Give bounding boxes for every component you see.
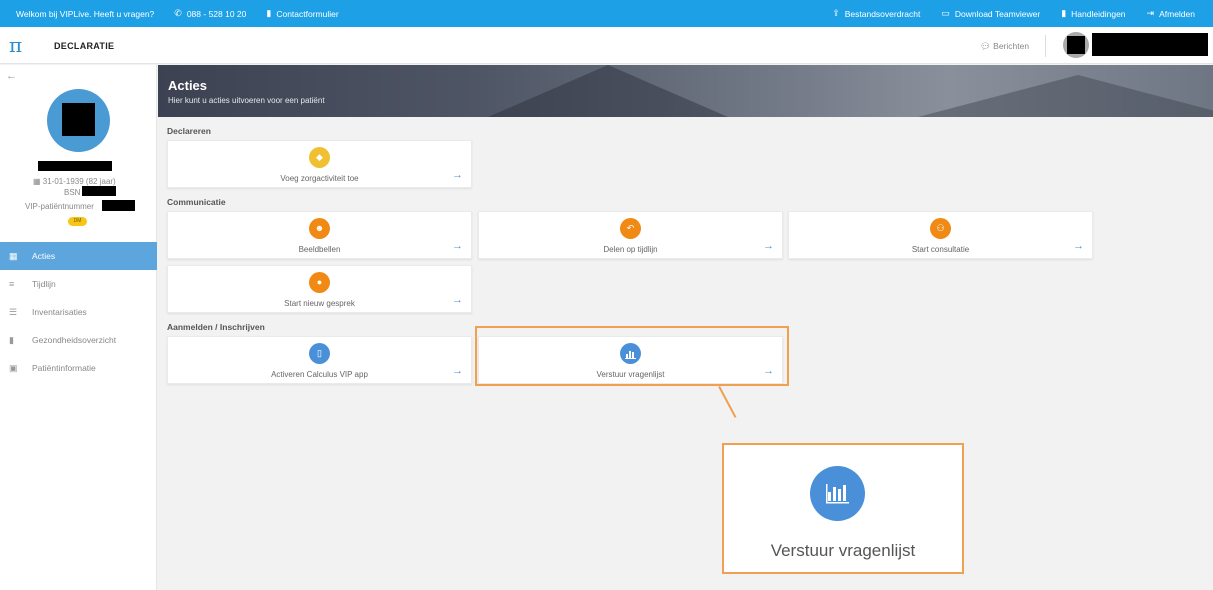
upload-icon: ⇪: [832, 8, 840, 18]
action-card-calculus[interactable]: ▯ Activeren Calculus VIP app →: [167, 336, 472, 384]
page-title: Acties: [168, 78, 208, 93]
teamviewer-label: Download Teamviewer: [954, 8, 1041, 19]
birth-value: 31-01-1939 (82 jaar): [42, 177, 116, 186]
sidebar-item-label: Patiëntinformatie: [32, 363, 96, 373]
id-card-icon: ▣: [9, 362, 18, 373]
zoom-label: Verstuur vragenlijst: [770, 541, 916, 560]
messages-label: Berichten: [993, 41, 1030, 51]
sidebar-item-gezondheidsoverzicht[interactable]: ▮ Gezondheidsoverzicht: [0, 326, 157, 354]
file-transfer-link[interactable]: ⇪ Bestandsoverdracht: [832, 8, 920, 19]
messages-button[interactable]: 💬︎ Berichten: [980, 41, 1029, 52]
zoom-callout: Verstuur vragenlijst: [722, 443, 964, 574]
calendar-icon: ▦: [9, 250, 18, 261]
phone-icon: ✆: [174, 8, 182, 18]
card-label: Start nieuw gesprek: [284, 299, 355, 308]
contact-form-link[interactable]: ▮ Contactformulier: [266, 8, 338, 19]
card-label: Voeg zorgactiviteit toe: [280, 174, 359, 183]
app-logo[interactable]: π: [9, 35, 22, 55]
welcome-label: Welkom bij VIPLive. Heeft u vragen?: [16, 8, 155, 19]
mountain-decoration: [918, 75, 1213, 117]
logout-icon: ⇥: [1146, 8, 1155, 18]
arrow-right-icon: →: [763, 240, 774, 252]
bsn-label: BSN: [64, 188, 81, 197]
bsn-redacted: [82, 186, 116, 196]
manuals-link[interactable]: ▮ Handleidingen: [1061, 8, 1125, 19]
callout-line: [718, 386, 737, 418]
back-arrow-icon[interactable]: ←: [6, 70, 17, 82]
page-subtitle: Hier kunt u acties uitvoeren voor een pa…: [168, 96, 325, 105]
mountain-decoration: [488, 65, 728, 117]
card-label: Activeren Calculus VIP app: [271, 370, 368, 379]
arrow-right-icon: →: [452, 365, 463, 377]
sidebar-nav: ▦ Acties ≡ Tijdlijn ☰ Inventarisaties ▮ …: [0, 242, 157, 382]
phone-label: 088 - 528 10 20: [186, 8, 247, 19]
logout-link[interactable]: ⇥ Afmelden: [1147, 8, 1195, 19]
bar-chart-icon: [810, 466, 865, 521]
list-icon: ≡: [9, 279, 15, 289]
mobile-icon: ▯: [309, 343, 330, 364]
sidebar-item-tijdlijn[interactable]: ≡ Tijdlijn: [0, 270, 157, 298]
arrow-right-icon: →: [452, 169, 463, 181]
chat-icon: ●: [309, 272, 330, 293]
arrow-right-icon: →: [452, 294, 463, 306]
user-avatar[interactable]: [1063, 32, 1089, 58]
action-card-gesprek[interactable]: ● Start nieuw gesprek →: [167, 265, 472, 313]
patient-avatar: [47, 89, 110, 152]
share-icon: ↶: [620, 218, 641, 239]
box-icon: ◆: [309, 147, 330, 168]
file-transfer-label: Bestandsoverdracht: [844, 8, 921, 19]
sidebar: ← ▦ 31-01-1939 (82 jaar) BSN VIP-patiënt…: [0, 65, 157, 590]
divider: [1045, 35, 1046, 57]
app-header: π DECLARATIE 💬︎ Berichten: [0, 27, 1213, 64]
contact-label: Contactformulier: [276, 8, 339, 19]
arrow-right-icon: →: [452, 240, 463, 252]
status-badge: DM: [68, 217, 87, 226]
patient-vip-number: VIP-patiëntnummer: [25, 202, 94, 211]
phone-link[interactable]: ✆ 088 - 528 10 20: [174, 8, 246, 19]
patient-bsn: BSN: [64, 188, 80, 197]
highlight-box: [475, 326, 789, 386]
action-card-zorgactiviteit[interactable]: ◆ Voeg zorgactiviteit toe →: [167, 140, 472, 188]
action-card-consultatie[interactable]: ⚇ Start consultatie →: [788, 211, 1093, 259]
sidebar-item-inventarisaties[interactable]: ☰ Inventarisaties: [0, 298, 157, 326]
sidebar-item-label: Gezondheidsoverzicht: [32, 335, 117, 345]
manuals-label: Handleidingen: [1071, 8, 1126, 19]
monitor-icon: ▭: [941, 8, 950, 18]
patient-name-redacted: [38, 161, 112, 171]
top-bar: Welkom bij VIPLive. Heeft u vragen? ✆ 088…: [0, 0, 1213, 27]
arrow-right-icon: →: [1073, 240, 1084, 252]
users-icon: ⚇: [930, 218, 951, 239]
calendar-icon: ▦: [33, 177, 43, 186]
logout-label: Afmelden: [1159, 8, 1195, 19]
teamviewer-link[interactable]: ▭ Download Teamviewer: [941, 8, 1040, 19]
section-declareren: Declareren: [167, 126, 211, 136]
checklist-icon: ☰: [9, 306, 18, 317]
patient-birth: ▦ 31-01-1939 (82 jaar): [33, 177, 116, 186]
card-label: Delen op tijdlijn: [603, 245, 658, 254]
card-label: Start consultatie: [911, 245, 970, 254]
action-card-beeldbellen[interactable]: ☻ Beeldbellen →: [167, 211, 472, 259]
sidebar-item-label: Tijdlijn: [32, 279, 56, 289]
welcome-text: Welkom bij VIPLive. Heeft u vragen?: [16, 9, 154, 19]
chat-icon: 💬︎: [980, 41, 994, 51]
document-icon: ▮: [266, 8, 272, 18]
sidebar-item-label: Acties: [32, 251, 56, 261]
app-title: DECLARATIE: [54, 41, 115, 51]
section-communicatie: Communicatie: [167, 197, 226, 207]
document-icon: ▮: [9, 334, 14, 345]
action-card-delen[interactable]: ↶ Delen op tijdlijn →: [478, 211, 783, 259]
document-icon: ▮: [1061, 8, 1067, 18]
sidebar-item-label: Inventarisaties: [32, 307, 87, 317]
card-label: Beeldbellen: [298, 245, 341, 254]
vip-redacted: [102, 200, 135, 211]
sidebar-item-acties[interactable]: ▦ Acties: [0, 242, 157, 270]
user-name-redacted[interactable]: [1092, 33, 1208, 56]
redacted-block: [62, 103, 95, 136]
sidebar-item-patientinformatie[interactable]: ▣ Patiëntinformatie: [0, 354, 157, 382]
redacted-block: [1067, 36, 1085, 54]
page-banner: Acties Hier kunt u acties uitvoeren voor…: [158, 65, 1213, 117]
vip-label: VIP-patiëntnummer: [25, 202, 94, 211]
section-aanmelden: Aanmelden / Inschrijven: [167, 322, 265, 332]
video-call-icon: ☻: [309, 218, 330, 239]
